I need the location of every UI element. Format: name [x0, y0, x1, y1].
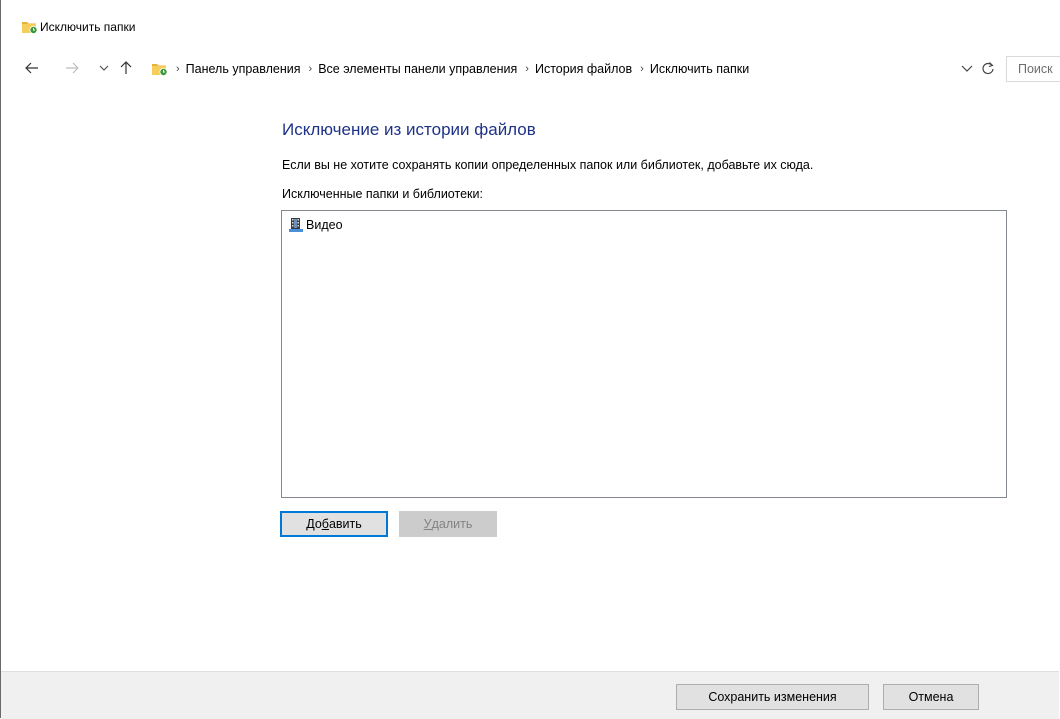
- breadcrumb-exclude-folders[interactable]: Исключить папки: [650, 62, 749, 76]
- arrow-left-icon[interactable]: [24, 60, 40, 76]
- save-changes-button[interactable]: Сохранить изменения: [676, 684, 869, 710]
- list-item[interactable]: Видео: [289, 217, 343, 233]
- video-library-icon: [289, 218, 303, 232]
- remove-button-label-end: далить: [431, 517, 473, 531]
- add-button-accel-key: б: [321, 517, 329, 531]
- page-title: Исключение из истории файлов: [282, 120, 536, 139]
- add-button-label-start: До: [306, 517, 322, 531]
- list-item-label: Видео: [306, 218, 343, 232]
- breadcrumb-all-items[interactable]: Все элементы панели управления: [318, 62, 517, 76]
- chevron-right-icon[interactable]: ›: [640, 63, 644, 75]
- chevron-down-icon[interactable]: [96, 60, 112, 76]
- breadcrumb-file-history[interactable]: История файлов: [535, 62, 632, 76]
- window-title: Исключить папки: [40, 20, 136, 34]
- remove-button[interactable]: Удалить: [399, 511, 497, 537]
- footer-bar: Сохранить изменения Отмена: [1, 671, 1059, 719]
- exclude-folders-window: Исключить папки › Панель управления › Вс…: [0, 0, 1060, 719]
- chevron-right-icon[interactable]: ›: [525, 63, 529, 75]
- title-bar: Исключить папки: [1, 0, 1059, 40]
- search-input[interactable]: Поиск: [1006, 56, 1060, 82]
- chevron-right-icon[interactable]: ›: [176, 63, 180, 75]
- file-history-folder-icon: [22, 22, 38, 34]
- navigation-bar: › Панель управления › Все элементы панел…: [1, 54, 1060, 84]
- address-bar[interactable]: › Панель управления › Все элементы панел…: [147, 56, 1000, 82]
- page-description: Если вы не хотите сохранять копии опреде…: [282, 158, 814, 172]
- excluded-folders-list[interactable]: Видео: [281, 210, 1007, 498]
- control-panel-folder-icon: [152, 64, 168, 76]
- chevron-right-icon[interactable]: ›: [309, 63, 313, 75]
- add-button-label-end: авить: [328, 517, 362, 531]
- arrow-up-icon[interactable]: [118, 60, 134, 76]
- breadcrumb-control-panel[interactable]: Панель управления: [186, 62, 301, 76]
- remove-button-accel-key: У: [423, 517, 432, 531]
- address-history-chevron-icon[interactable]: [960, 63, 974, 75]
- refresh-icon[interactable]: [980, 60, 996, 76]
- add-button[interactable]: До б авить: [280, 511, 388, 537]
- arrow-right-icon[interactable]: [64, 60, 80, 76]
- cancel-button[interactable]: Отмена: [883, 684, 979, 710]
- excluded-list-label: Исключенные папки и библиотеки:: [282, 187, 483, 201]
